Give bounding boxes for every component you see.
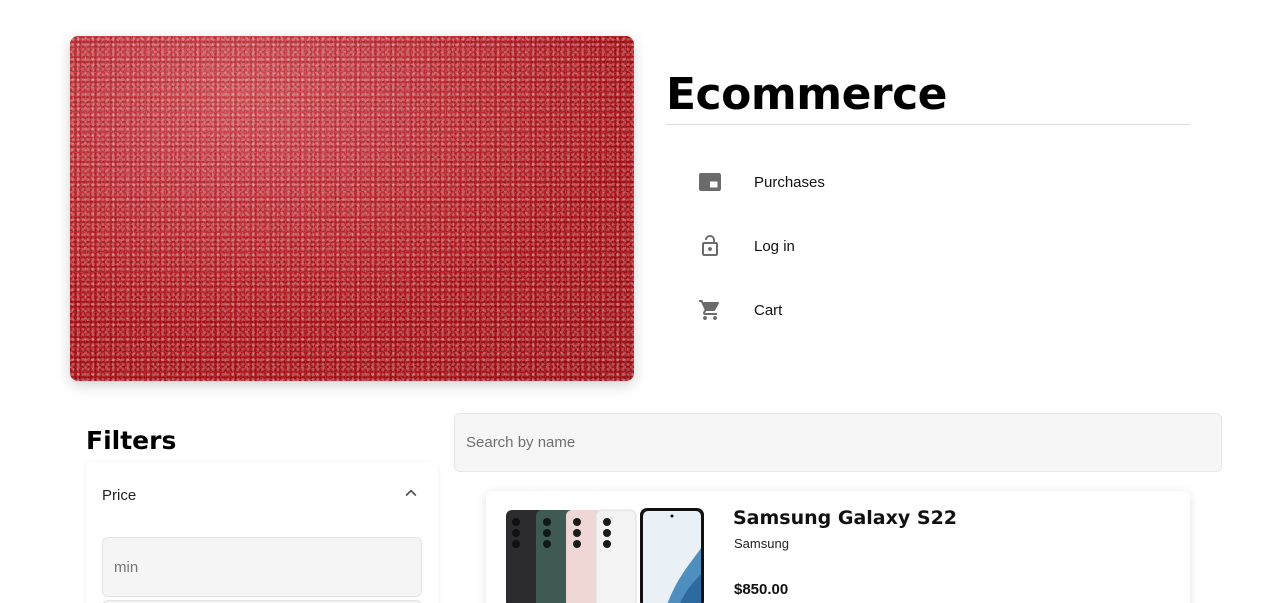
product-price: $850.00 [734, 581, 789, 598]
site-title: Ecommerce [666, 69, 948, 120]
price-min-input[interactable] [102, 537, 422, 597]
price-filter-panel: Price [86, 462, 438, 603]
brand-header: Ecommerce [666, 66, 1190, 125]
search-input[interactable] [454, 413, 1222, 472]
nav-item-label: Cart [754, 301, 783, 319]
price-filter-toggle[interactable]: Price [86, 462, 438, 528]
main-nav: Purchases Log in Cart [666, 150, 1190, 342]
filters-title: Filters [86, 426, 177, 455]
chevron-up-icon [400, 482, 422, 508]
nav-item-label: Purchases [754, 173, 825, 191]
product-name: Samsung Galaxy S22 [733, 507, 958, 529]
nav-item-label: Log in [754, 237, 795, 255]
product-brand: Samsung [734, 536, 789, 551]
picture-in-picture-icon [666, 170, 754, 194]
nav-item-login[interactable]: Log in [666, 214, 1190, 278]
product-image [506, 508, 706, 603]
nav-item-purchases[interactable]: Purchases [666, 150, 1190, 214]
shopping-cart-icon [666, 298, 754, 322]
price-filter-label: Price [102, 486, 137, 504]
product-card[interactable]: Samsung Galaxy S22 Samsung $850.00 [486, 491, 1190, 603]
nav-item-cart[interactable]: Cart [666, 278, 1190, 342]
hero-image [70, 36, 634, 381]
lock-open-icon [666, 234, 754, 258]
